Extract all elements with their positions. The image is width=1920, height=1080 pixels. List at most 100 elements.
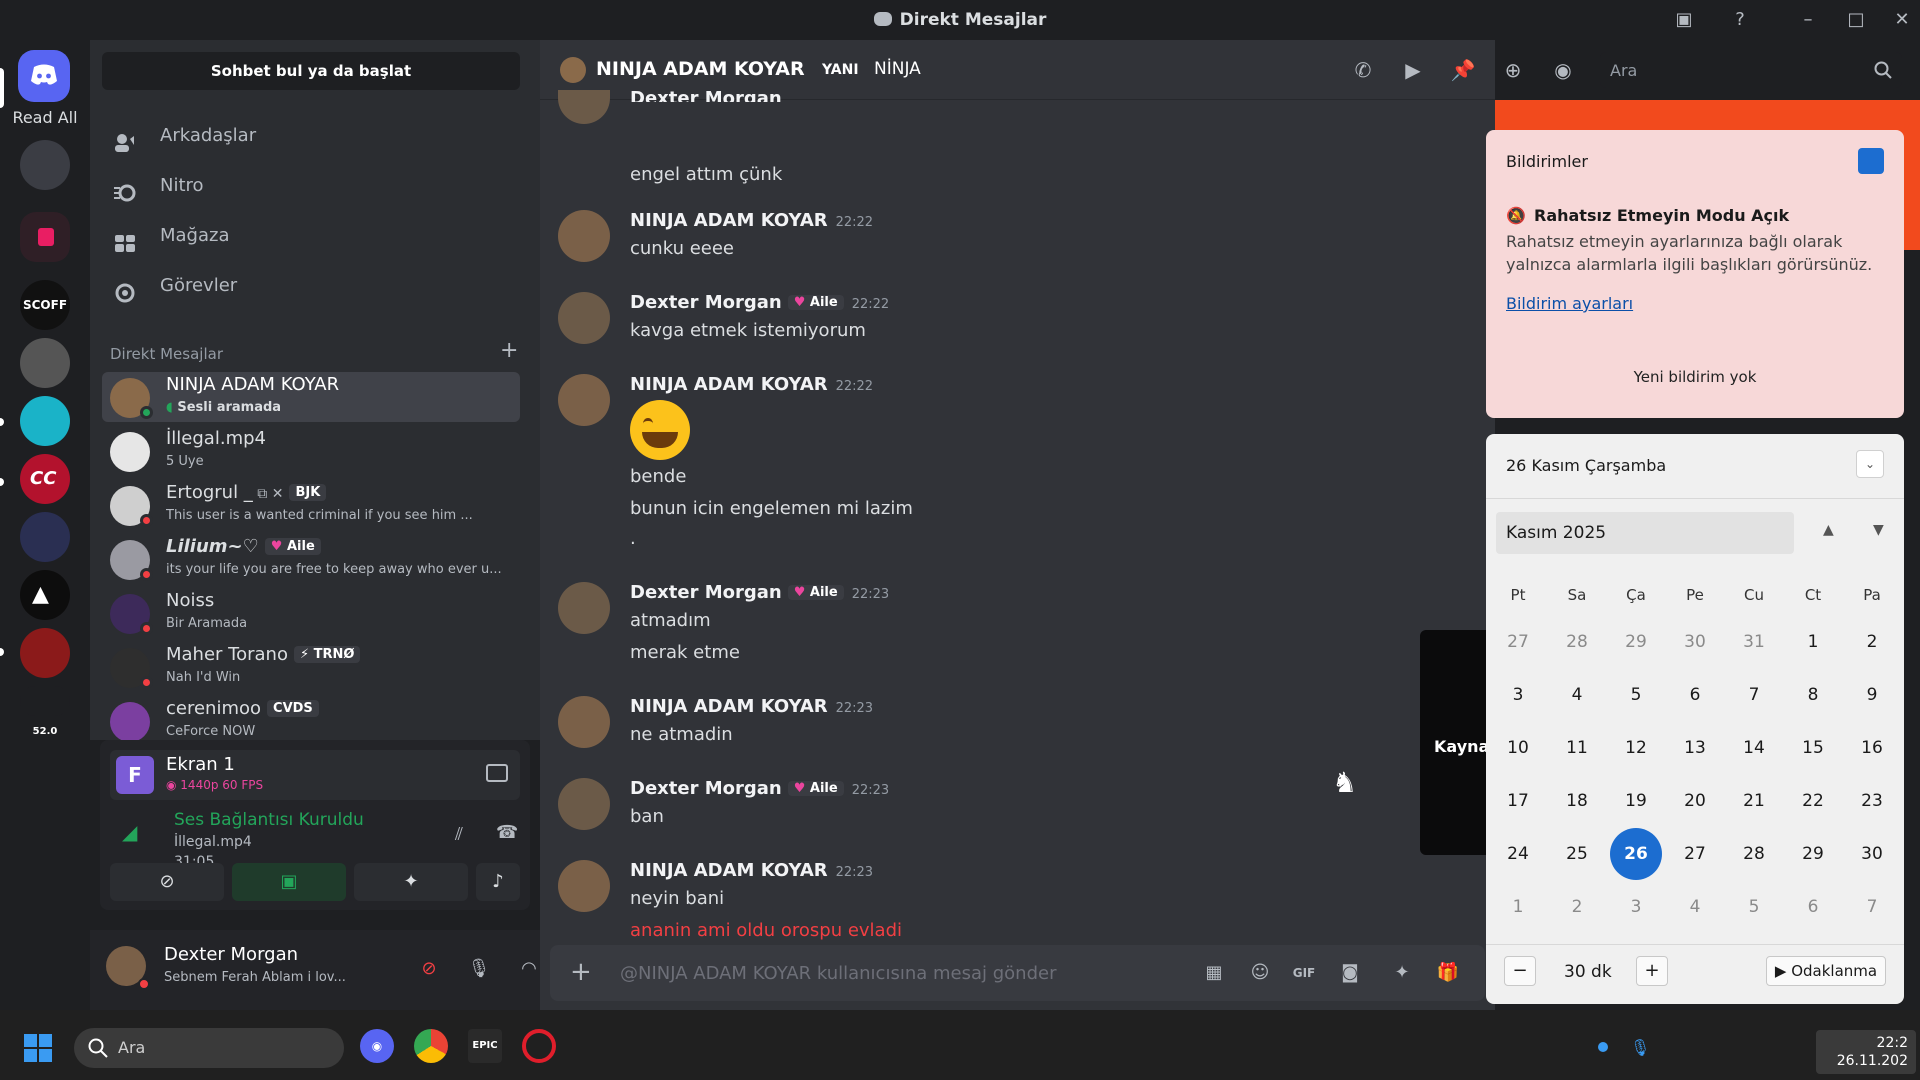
apps-icon[interactable]: ✦ <box>1388 959 1416 987</box>
calendar-day[interactable]: 9 <box>1846 669 1898 721</box>
pin-icon[interactable]: 📌 <box>1450 57 1476 83</box>
calendar-day[interactable]: 21 <box>1728 775 1780 827</box>
stop-stream-icon[interactable] <box>486 764 508 782</box>
nav-shop[interactable]: Mağaza <box>102 214 520 258</box>
calendar-day[interactable]: 5 <box>1728 881 1780 933</box>
inbox-icon[interactable]: ▣ <box>1670 8 1698 32</box>
gift-icon[interactable]: 🎁 <box>1434 959 1462 987</box>
soundboard-button[interactable]: ♪ <box>476 863 520 901</box>
calendar-day[interactable]: 27 <box>1492 616 1544 668</box>
group-dm-avatar[interactable] <box>20 140 70 190</box>
chrome-taskbar-icon[interactable] <box>414 1029 448 1063</box>
calendar-day[interactable]: 1 <box>1787 616 1839 668</box>
find-conversation-button[interactable]: Sohbet bul ya da başlat <box>102 52 520 90</box>
calendar-day[interactable]: 4 <box>1551 669 1603 721</box>
activities-button[interactable]: ✦ <box>354 863 468 901</box>
message-input[interactable] <box>620 959 1140 987</box>
calendar-day[interactable]: 7 <box>1728 669 1780 721</box>
avatar[interactable] <box>558 210 610 262</box>
calendar-day[interactable]: 10 <box>1492 722 1544 774</box>
calendar-day[interactable]: 29 <box>1787 828 1839 880</box>
calendar-day[interactable]: 27 <box>1669 828 1721 880</box>
microphone-icon[interactable]: 🎙 <box>464 954 494 984</box>
taskbar-search[interactable]: Ara <box>74 1028 344 1068</box>
next-month-icon[interactable]: ▼ <box>1873 522 1884 538</box>
server-avatar-3[interactable] <box>20 338 70 388</box>
attach-plus-icon[interactable]: + <box>570 957 592 987</box>
screen-share-button[interactable]: ▣ <box>232 863 346 901</box>
nav-quests[interactable]: Görevler <box>102 264 520 308</box>
dnd-toggle-icon[interactable] <box>1858 148 1884 174</box>
user-profile-icon[interactable]: ◉ <box>1550 57 1576 83</box>
server-avatar-8[interactable] <box>20 628 70 678</box>
calendar-day[interactable]: 2 <box>1551 881 1603 933</box>
help-icon[interactable]: ? <box>1726 8 1754 32</box>
calendar-day[interactable]: 11 <box>1551 722 1603 774</box>
calendar-day[interactable]: 1 <box>1492 881 1544 933</box>
calendar-day[interactable]: 23 <box>1846 775 1898 827</box>
camera-off-button[interactable]: ⊘ <box>110 863 224 901</box>
calendar-day[interactable]: 18 <box>1551 775 1603 827</box>
minimize-button[interactable]: – <box>1794 8 1822 32</box>
epic-games-taskbar-icon[interactable]: EPIC <box>468 1029 502 1063</box>
avatar[interactable] <box>558 90 610 124</box>
dm-item[interactable]: Noiss Bir Aramada <box>102 588 520 638</box>
calendar-day[interactable]: 3 <box>1610 881 1662 933</box>
calendar-day[interactable]: 24 <box>1492 828 1544 880</box>
windows-start-icon[interactable] <box>24 1034 52 1062</box>
calendar-day[interactable]: 4 <box>1669 881 1721 933</box>
dm-item[interactable]: NINJA ADAM KOYAR ◖ Sesli aramada <box>102 372 520 422</box>
calendar-day[interactable]: 26 <box>1610 828 1662 880</box>
close-button[interactable]: ✕ <box>1888 8 1916 32</box>
calendar-day[interactable]: 28 <box>1728 828 1780 880</box>
focus-decrease-button[interactable]: − <box>1504 956 1536 986</box>
gif-icon[interactable]: GIF <box>1290 959 1318 987</box>
calendar-day[interactable]: 12 <box>1610 722 1662 774</box>
dm-item[interactable]: Maher Torano ⚡ TRNØ Nah I'd Win <box>102 642 520 692</box>
server-avatar-7[interactable]: ▲ <box>20 570 70 620</box>
calendar-day[interactable]: 2 <box>1846 616 1898 668</box>
create-dm-icon[interactable]: + <box>500 338 518 363</box>
calendar-day[interactable]: 25 <box>1551 828 1603 880</box>
taskbar-clock[interactable]: 22:2 26.11.202 <box>1816 1030 1916 1074</box>
opera-taskbar-icon[interactable] <box>522 1029 556 1063</box>
video-call-icon[interactable]: ▶ <box>1400 57 1426 83</box>
calendar-day[interactable]: 16 <box>1846 722 1898 774</box>
add-friends-to-dm-icon[interactable]: ⊕ <box>1500 57 1526 83</box>
discord-taskbar-icon[interactable]: ◉ <box>360 1029 394 1063</box>
dm-item[interactable]: Ertogrul _ ⧉ ✕ BJK This user is a wanted … <box>102 480 520 530</box>
calendar-day[interactable]: 30 <box>1846 828 1898 880</box>
calendar-icon[interactable]: ▦ <box>1200 959 1228 987</box>
avatar[interactable] <box>558 292 610 344</box>
calendar-day[interactable]: 6 <box>1669 669 1721 721</box>
server-cc[interactable]: CC <box>20 454 70 504</box>
disconnect-icon[interactable]: ☎ <box>496 822 518 843</box>
nav-nitro[interactable]: Nitro <box>102 164 520 208</box>
calendar-day[interactable]: 20 <box>1669 775 1721 827</box>
microphone-tray-icon[interactable]: 🎙 <box>1630 1038 1650 1057</box>
notification-settings-link[interactable]: Bildirim ayarları <box>1506 294 1633 313</box>
calendar-day[interactable]: 30 <box>1669 616 1721 668</box>
calendar-month[interactable]: Kasım 2025 <box>1496 512 1794 554</box>
home-button[interactable] <box>18 50 70 102</box>
dm-item[interactable]: cerenimoo CVDS CeForce NOW <box>102 696 520 740</box>
calendar-day[interactable]: 17 <box>1492 775 1544 827</box>
server-avatar-4[interactable] <box>20 396 70 446</box>
focus-increase-button[interactable]: + <box>1636 956 1668 986</box>
search-icon[interactable] <box>1874 61 1892 79</box>
avatar[interactable] <box>558 778 610 830</box>
calendar-day[interactable]: 15 <box>1787 722 1839 774</box>
calendar-day[interactable]: 19 <box>1610 775 1662 827</box>
calendar-day[interactable]: 31 <box>1728 616 1780 668</box>
voice-call-icon[interactable]: ✆ <box>1350 57 1376 83</box>
calendar-day[interactable]: 7 <box>1846 881 1898 933</box>
prev-month-icon[interactable]: ▲ <box>1823 522 1834 538</box>
collapse-chevron-icon[interactable]: ⌄ <box>1856 450 1884 478</box>
avatar[interactable] <box>558 374 610 426</box>
avatar[interactable] <box>558 860 610 912</box>
maximize-button[interactable]: □ <box>1842 8 1870 32</box>
noise-suppression-icon[interactable]: ⫽ <box>455 824 463 845</box>
server-avatar-9[interactable] <box>20 686 70 716</box>
dm-item[interactable]: Lilium~♡ ♥ Aile its your life you are fre… <box>102 534 520 584</box>
calendar-day[interactable]: 6 <box>1787 881 1839 933</box>
